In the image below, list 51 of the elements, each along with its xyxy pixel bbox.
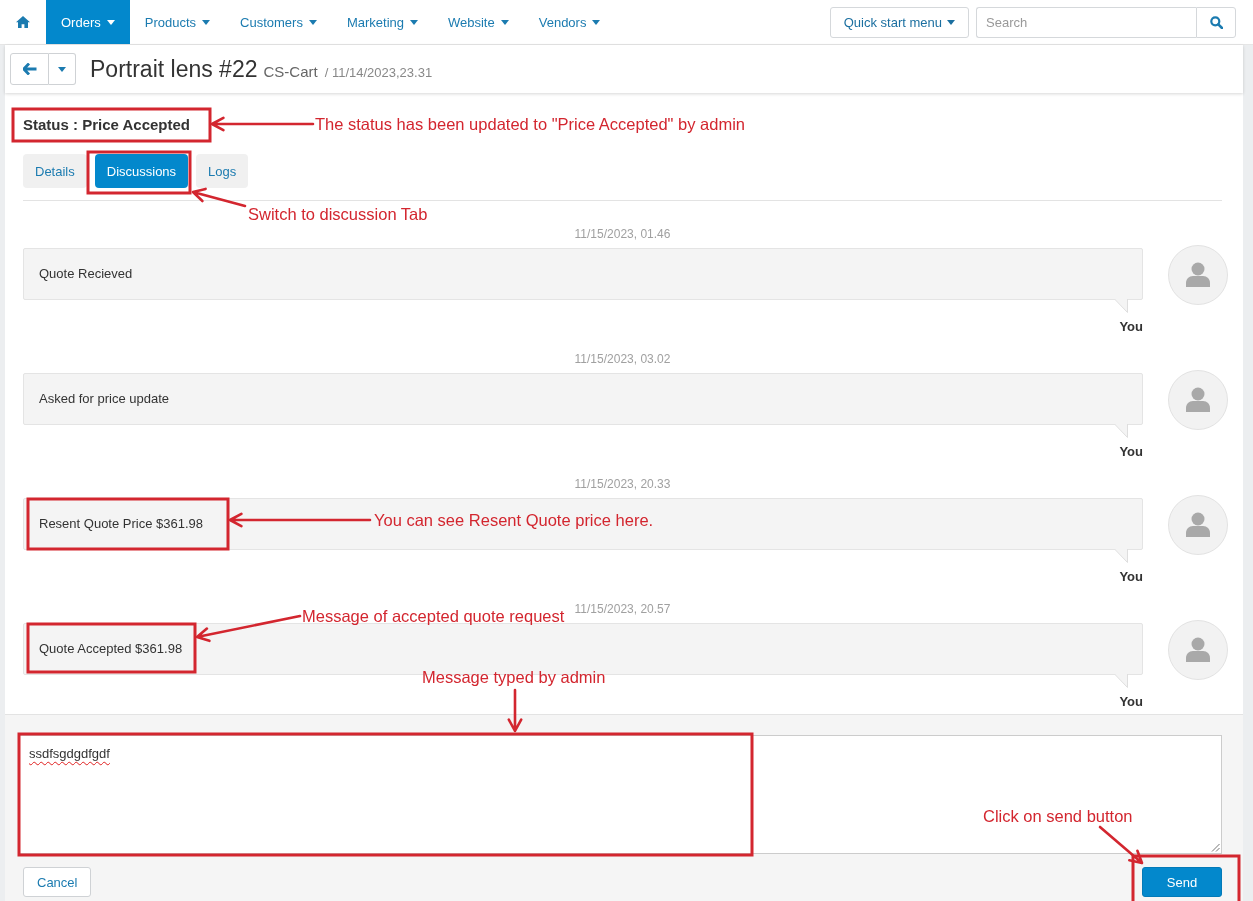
avatar-icon: [1168, 370, 1228, 430]
caret-icon: [58, 66, 66, 72]
message-timestamp: 11/15/2023, 20.33: [574, 476, 671, 492]
message-author: You: [1119, 444, 1143, 460]
bubble-tail-icon: [1115, 424, 1128, 438]
message-timestamp: 11/15/2023, 03.02: [574, 351, 671, 367]
cancel-button[interactable]: Cancel: [23, 867, 92, 897]
caret-icon: [592, 19, 601, 25]
search-field[interactable]: Search: [976, 6, 1196, 38]
status-label: Status : Price Accepted: [23, 115, 190, 135]
store-name: CS-Cart: [263, 63, 318, 80]
arrow-left-icon: [22, 63, 37, 75]
send-button[interactable]: Send: [1142, 867, 1222, 897]
tab[interactable]: Logs: [196, 154, 249, 188]
message-author: You: [1119, 694, 1143, 710]
callout-arrow: [507, 688, 523, 733]
search-icon: [1209, 15, 1223, 29]
message-timestamp: 11/15/2023, 01.46: [574, 226, 671, 242]
nav-menu-item[interactable]: Orders: [46, 0, 130, 44]
annotation-text: The status has been updated to "Price Accepted" by admin: [315, 114, 745, 135]
annotation-text: Click on send button: [983, 806, 1133, 827]
avatar-icon: [1168, 245, 1228, 305]
callout-arrow: [1098, 825, 1144, 865]
caret-icon: [947, 19, 955, 25]
bubble-tail-icon: [1115, 674, 1128, 688]
resize-grip-icon: [1211, 843, 1220, 852]
callout-arrow: [191, 187, 247, 208]
home-icon: [16, 16, 30, 28]
caret-icon: [202, 19, 211, 25]
caret-icon: [106, 19, 115, 25]
message-bubble: Asked for price update: [23, 373, 1143, 425]
avatar-icon: [1168, 620, 1228, 680]
avatar-icon: [1168, 495, 1228, 555]
caret-icon: [410, 19, 418, 25]
message-author: You: [1119, 319, 1143, 335]
caret-icon: [308, 19, 317, 25]
annotation-text: You can see Resent Quote price here.: [374, 510, 654, 531]
message-timestamp: 11/15/2023, 20.57: [574, 601, 671, 617]
dropdown-toggle-button[interactable]: [49, 53, 76, 85]
quick-start-menu-button[interactable]: Quick start menu: [829, 6, 969, 38]
message-author: You: [1119, 569, 1143, 585]
page-title: Portrait lens #22: [90, 55, 258, 84]
tab[interactable]: Discussions: [94, 154, 189, 188]
tab[interactable]: Details: [23, 154, 87, 188]
bubble-tail-icon: [1115, 299, 1128, 313]
message-bubble: Quote Recieved: [23, 248, 1143, 300]
search-button[interactable]: [1196, 6, 1236, 38]
annotation-text: Switch to discussion Tab: [248, 204, 428, 225]
caret-icon: [500, 19, 509, 25]
order-date: / 11/14/2023,23.31: [324, 65, 433, 80]
back-button[interactable]: [10, 53, 49, 85]
